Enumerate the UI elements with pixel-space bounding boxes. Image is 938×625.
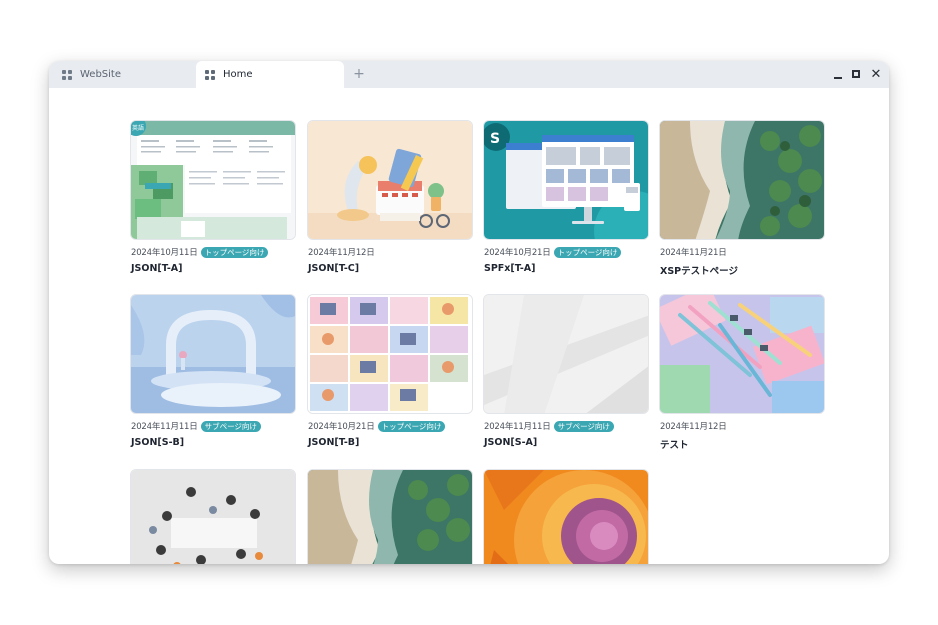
card-title[interactable]: JSON[T-B]	[308, 437, 359, 448]
status-badge: サブページ向け	[553, 420, 614, 432]
card-thumbnail[interactable]	[130, 294, 296, 414]
thumbnail-image: 英語	[131, 121, 295, 239]
thumbnail-image	[308, 121, 472, 239]
card-date: 2024年10月11日	[131, 248, 198, 258]
card-title[interactable]: JSON[T-C]	[308, 263, 359, 274]
card-date: 2024年10月21日	[484, 248, 551, 258]
card-date: 2024年11月11日	[131, 422, 198, 432]
svg-text:S: S	[490, 131, 500, 147]
card-thumbnail[interactable]	[659, 120, 825, 240]
grid-icon	[205, 69, 215, 80]
minimize-icon	[834, 77, 842, 79]
status-badge: トップページ向け	[553, 246, 622, 258]
tab-bar: WebSite Home + ✕	[49, 61, 889, 88]
card-title[interactable]: JSON[S-B]	[131, 437, 184, 448]
status-badge: トップページ向け	[377, 420, 446, 432]
tab-label: WebSite	[80, 69, 122, 80]
thumbnail-image	[660, 295, 824, 413]
tab-website[interactable]: WebSite	[49, 61, 196, 88]
grid-icon	[62, 69, 72, 80]
card-thumbnail[interactable]	[130, 469, 296, 564]
card-date: 2024年11月12日	[308, 248, 375, 258]
new-tab-button[interactable]: +	[350, 65, 368, 83]
svg-text:英語: 英語	[132, 124, 144, 132]
browser-window: WebSite Home + ✕ 英語 2024年10月11日 トップページ向け…	[49, 61, 889, 564]
close-icon: ✕	[870, 66, 882, 82]
card-thumbnail[interactable]	[307, 294, 473, 414]
thumbnail-image	[308, 295, 472, 413]
card-thumbnail[interactable]	[307, 469, 473, 564]
card-thumbnail[interactable]	[307, 120, 473, 240]
card-thumbnail[interactable]: 英語	[130, 120, 296, 240]
thumbnail-image	[484, 295, 648, 413]
card-thumbnail[interactable]: S	[483, 120, 649, 240]
card-title[interactable]: JSON[T-A]	[131, 263, 182, 274]
maximize-icon	[852, 70, 860, 78]
card-title[interactable]: XSPテストページ	[660, 263, 738, 277]
status-badge: トップページ向け	[200, 246, 269, 258]
maximize-button[interactable]	[847, 65, 865, 83]
card-title[interactable]: SPFx[T-A]	[484, 263, 536, 274]
thumbnail-image: S	[484, 121, 648, 239]
card-date: 2024年11月12日	[660, 422, 727, 432]
card-date: 2024年11月11日	[484, 422, 551, 432]
card-date: 2024年10月21日	[308, 422, 375, 432]
card-title[interactable]: テスト	[660, 437, 689, 451]
thumbnail-image	[660, 121, 824, 239]
tab-label: Home	[223, 69, 253, 80]
card-date: 2024年11月21日	[660, 248, 727, 258]
close-button[interactable]: ✕	[867, 65, 885, 83]
card-grid: 英語 2024年10月11日 トップページ向け JSON[T-A] 2024年1…	[49, 88, 889, 564]
thumbnail-image	[484, 470, 648, 564]
thumbnail-image	[308, 470, 472, 564]
card-title[interactable]: JSON[S-A]	[484, 437, 537, 448]
thumbnail-image	[131, 295, 295, 413]
card-thumbnail[interactable]	[483, 294, 649, 414]
card-thumbnail[interactable]	[659, 294, 825, 414]
minimize-button[interactable]	[829, 65, 847, 83]
thumbnail-image	[131, 470, 295, 564]
card-thumbnail[interactable]	[483, 469, 649, 564]
status-badge: サブページ向け	[200, 420, 261, 432]
tab-home[interactable]: Home	[196, 61, 344, 88]
